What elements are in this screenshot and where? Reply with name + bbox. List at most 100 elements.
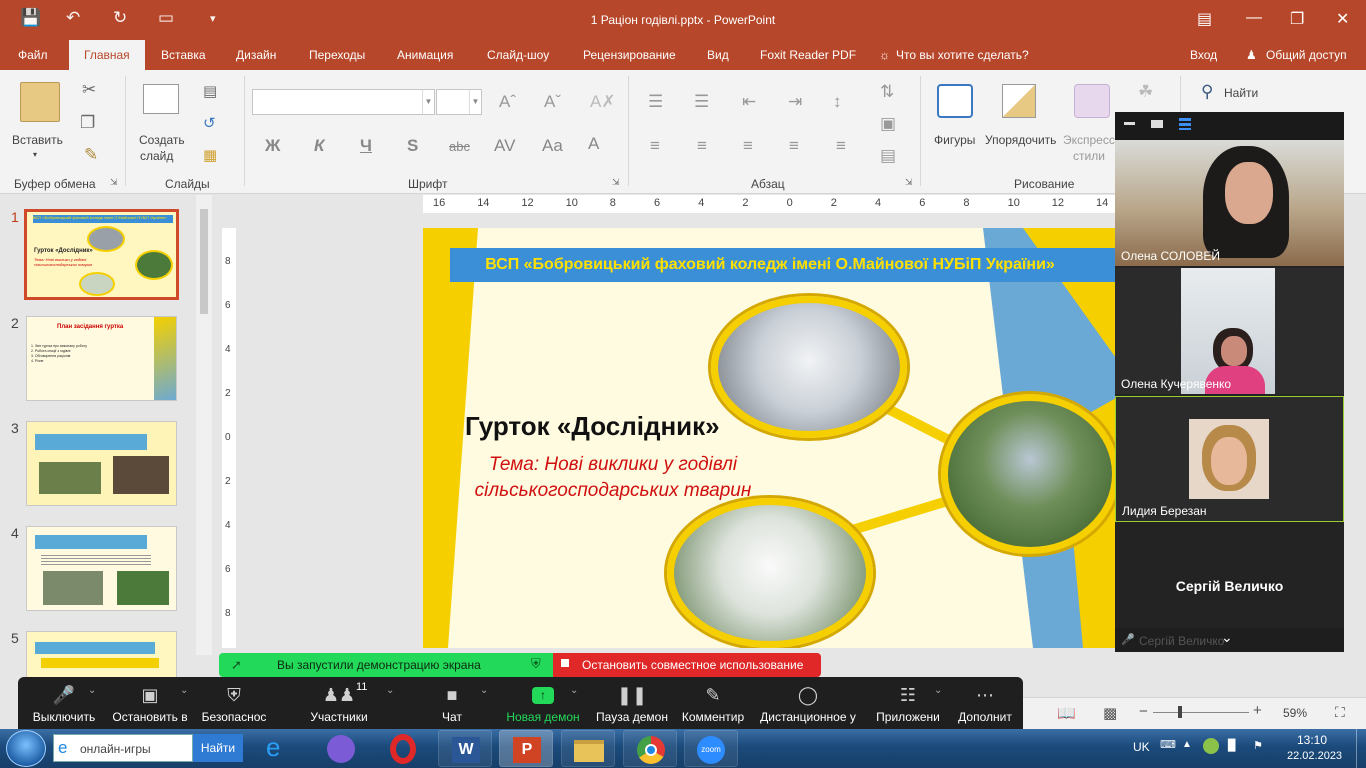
paste-dropdown-icon[interactable]: ▾: [33, 150, 37, 159]
zoom-level[interactable]: 59%: [1283, 706, 1307, 720]
align-center-icon[interactable]: ≡: [697, 136, 707, 156]
remote-control-button[interactable]: ◯ Дистанционное у: [758, 677, 858, 729]
minimize-icon[interactable]: —: [1246, 9, 1262, 27]
tray-expand-icon[interactable]: ▲: [1182, 739, 1192, 750]
zoom-slider-thumb[interactable]: [1178, 706, 1182, 718]
pin-icon[interactable]: ➚: [231, 657, 242, 673]
tab-foxit[interactable]: Foxit Reader PDF: [760, 48, 856, 62]
section-icon[interactable]: ▦: [203, 146, 217, 164]
quick-styles-button-line1[interactable]: Экспресс: [1063, 133, 1115, 147]
find-icon[interactable]: ⚲: [1201, 82, 1213, 102]
participant-video-4[interactable]: Сергій Величко: [1115, 524, 1344, 628]
chevron-up-icon[interactable]: ⌄: [88, 685, 96, 696]
taskbar-chrome-icon[interactable]: [623, 730, 677, 767]
new-share-button[interactable]: ↑ ⌄ Новая демон: [504, 677, 582, 729]
tab-file[interactable]: Файл: [18, 48, 48, 62]
annotate-button[interactable]: ✎ Комментир: [678, 677, 748, 729]
apps-button[interactable]: ☷ ⌄ Приложени: [872, 677, 944, 729]
slideshow-view-icon[interactable]: ▩: [1103, 704, 1117, 722]
taskbar-viber-icon[interactable]: [314, 730, 368, 767]
thumbnail-slide-2[interactable]: План засідання гуртка 1. Звіт гуртка про…: [26, 316, 177, 401]
copy-icon[interactable]: ❐: [80, 113, 95, 133]
italic-button[interactable]: К: [314, 136, 324, 156]
bullets-icon[interactable]: ☰: [648, 92, 663, 112]
language-indicator[interactable]: UK: [1133, 740, 1150, 754]
columns-icon[interactable]: ≡: [836, 136, 846, 156]
speaker-view-icon[interactable]: [1179, 118, 1191, 130]
font-size-select[interactable]: ▼: [436, 89, 482, 115]
strikethrough-button[interactable]: abc: [449, 139, 470, 154]
zoom-in-icon[interactable]: +: [1253, 702, 1262, 719]
participants-button[interactable]: ♟♟ 11 ⌄ Участники: [304, 677, 394, 729]
align-right-icon[interactable]: ≡: [743, 136, 753, 156]
thumbnail-scrollbar[interactable]: [196, 195, 212, 655]
shapes-button[interactable]: Фигуры: [934, 133, 975, 147]
scrollbar-thumb[interactable]: [200, 209, 208, 314]
bold-button[interactable]: Ж: [265, 136, 280, 156]
tab-design[interactable]: Дизайн: [236, 48, 276, 62]
find-button[interactable]: Найти: [1224, 86, 1258, 100]
chat-button[interactable]: ■ ⌄ Чат: [422, 677, 488, 729]
tab-view[interactable]: Вид: [707, 48, 729, 62]
underline-button[interactable]: Ч: [360, 136, 372, 156]
pause-share-button[interactable]: ❚❚ Пауза демон: [592, 677, 672, 729]
participant-video-3[interactable]: Лидия Березан: [1115, 396, 1344, 522]
participant-video-2[interactable]: Олена Кучерявенко: [1115, 268, 1344, 394]
chevron-down-icon[interactable]: ⌄: [1221, 629, 1233, 646]
grow-font-icon[interactable]: Aˆ: [499, 92, 516, 112]
thumbnail-slide-1[interactable]: ВСП «Бобровицький фаховий коледж імені О…: [24, 209, 179, 300]
participant-video-1[interactable]: Олена СОЛОВЕЙ: [1115, 140, 1344, 266]
change-case-icon[interactable]: Aa: [542, 136, 563, 156]
font-launcher-icon[interactable]: ⇲: [612, 177, 620, 188]
new-slide-button-line1[interactable]: Создать: [139, 133, 185, 147]
tab-insert[interactable]: Вставка: [161, 48, 206, 62]
tab-transitions[interactable]: Переходы: [309, 48, 365, 62]
signin-link[interactable]: Вход: [1190, 48, 1217, 62]
tray-app-icon[interactable]: [1203, 738, 1219, 754]
arrange-icon[interactable]: [1002, 84, 1036, 118]
network-icon[interactable]: ▉: [1228, 739, 1236, 752]
thumbnail-slide-3[interactable]: [26, 421, 177, 506]
cut-icon[interactable]: ✂: [82, 80, 96, 100]
shadow-button[interactable]: S: [407, 136, 418, 156]
show-desktop-button[interactable]: [1356, 729, 1366, 768]
clear-format-icon[interactable]: A✗: [590, 92, 616, 112]
thumbnail-slide-4[interactable]: [26, 526, 177, 611]
chevron-up-icon[interactable]: ⌄: [480, 685, 488, 696]
paste-icon[interactable]: [20, 82, 60, 122]
smartart-icon[interactable]: ▤: [880, 146, 896, 166]
tab-slideshow[interactable]: Слайд-шоу: [487, 48, 549, 62]
shapes-icon[interactable]: [937, 84, 973, 118]
justify-icon[interactable]: ≡: [789, 136, 799, 156]
numbering-icon[interactable]: ☰: [694, 92, 709, 112]
new-slide-button-line2[interactable]: слайд: [140, 149, 173, 163]
taskbar-powerpoint-icon[interactable]: P: [499, 730, 553, 767]
chevron-up-icon[interactable]: ⌄: [180, 685, 188, 696]
search-input[interactable]: e онлайн-игры: [53, 734, 193, 762]
minimize-icon[interactable]: [1124, 122, 1135, 125]
new-slide-icon[interactable]: [143, 84, 179, 114]
layout-icon[interactable]: ▤: [203, 82, 217, 100]
tab-home[interactable]: Главная: [69, 40, 145, 70]
align-left-icon[interactable]: ≡: [650, 136, 660, 156]
shape-fill-icon[interactable]: ☘: [1138, 82, 1153, 102]
chevron-up-icon[interactable]: ⌄: [570, 685, 578, 696]
decrease-indent-icon[interactable]: ⇤: [742, 92, 756, 112]
font-color-icon[interactable]: A: [588, 134, 599, 154]
tab-review[interactable]: Рецензирование: [583, 48, 676, 62]
chevron-up-icon[interactable]: ⌄: [386, 685, 394, 696]
taskbar-explorer-icon[interactable]: [561, 730, 615, 767]
clock-time[interactable]: 13:10: [1297, 733, 1327, 747]
fit-to-window-icon[interactable]: ⛶: [1335, 704, 1345, 721]
close-icon[interactable]: ✕: [1336, 9, 1349, 29]
arrange-button[interactable]: Упорядочить: [985, 133, 1056, 147]
taskbar-zoom-icon[interactable]: zoom: [684, 730, 738, 767]
taskbar-opera-icon[interactable]: [376, 730, 430, 767]
paragraph-launcher-icon[interactable]: ⇲: [905, 177, 913, 188]
align-text-icon[interactable]: ▣: [880, 114, 896, 134]
paste-button[interactable]: Вставить: [12, 133, 63, 147]
stop-share-button[interactable]: Остановить совместное использование: [553, 653, 821, 677]
start-button[interactable]: [6, 730, 46, 767]
taskbar-ie-icon[interactable]: e: [252, 730, 306, 767]
ribbon-display-icon[interactable]: ▤: [1197, 9, 1212, 29]
